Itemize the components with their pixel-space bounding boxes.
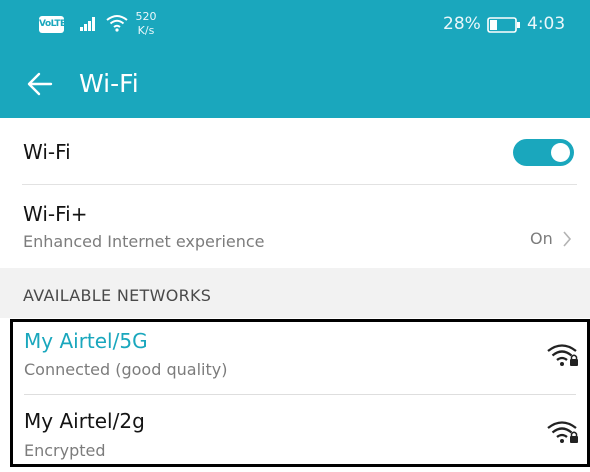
section-title: AVAILABLE NETWORKS: [23, 286, 212, 305]
network-speed: 520 K/s: [135, 10, 157, 37]
network-name: My Airtel/5G: [24, 329, 148, 353]
network-name: My Airtel/2g: [24, 409, 145, 433]
wifi-locked-icon: [547, 421, 578, 443]
network-status: Connected (good quality): [24, 360, 228, 379]
wifi-toggle[interactable]: [513, 139, 574, 166]
wifi-plus-label: Wi-Fi+: [23, 202, 88, 226]
chevron-right-icon: [563, 231, 572, 247]
network-status: Encrypted: [24, 441, 106, 460]
wifi-plus-subtitle: Enhanced Internet experience: [23, 232, 265, 251]
network-item[interactable]: My Airtel/5G Connected (good quality): [13, 322, 587, 395]
network-list: My Airtel/5G Connected (good quality) My…: [10, 319, 590, 467]
status-bar: VoLTE 520 K/s 28% 4:03: [0, 0, 590, 50]
wifi-label: Wi-Fi: [23, 140, 71, 164]
battery-percentage: 28%: [443, 14, 481, 34]
wifi-plus-value: On: [530, 229, 553, 248]
available-networks-header: AVAILABLE NETWORKS: [0, 268, 590, 318]
app-bar: Wi-Fi: [0, 50, 590, 118]
signal-strength-icon: [80, 17, 95, 31]
back-arrow-icon[interactable]: [24, 68, 56, 100]
wifi-plus-row[interactable]: Wi-Fi+ Enhanced Internet experience On: [0, 185, 590, 268]
wifi-status-icon: [106, 15, 128, 32]
battery-icon: [487, 17, 520, 33]
toggle-knob: [551, 143, 570, 162]
header: VoLTE 520 K/s 28% 4:03 Wi-Fi: [0, 0, 590, 118]
page-title: Wi-Fi: [79, 69, 139, 98]
wifi-toggle-row[interactable]: Wi-Fi: [0, 118, 590, 184]
wifi-locked-icon: [547, 344, 578, 366]
clock: 4:03: [527, 14, 566, 34]
network-item[interactable]: My Airtel/2g Encrypted: [13, 395, 587, 467]
volte-badge: VoLTE: [39, 16, 66, 33]
